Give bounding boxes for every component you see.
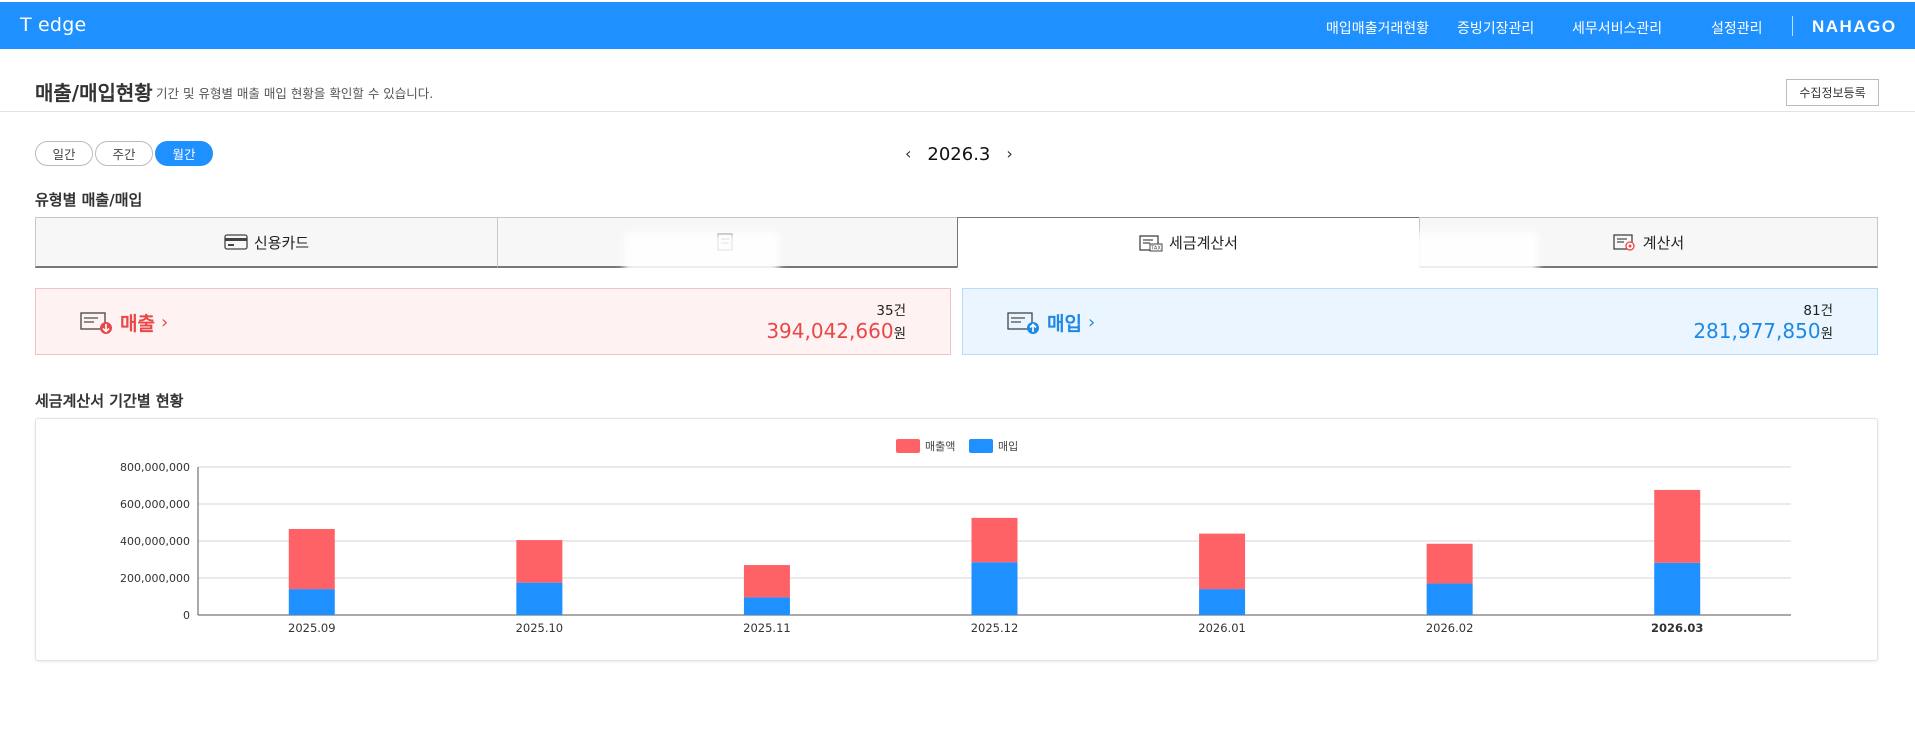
chevron-right-icon: › <box>160 312 169 333</box>
sales-label: 매출 <box>120 313 155 335</box>
month-navigator: ‹ 2026.3 › <box>905 141 1013 167</box>
bar-purchase <box>516 582 563 615</box>
purchase-amount-value: 281,977,850 <box>1693 319 1821 343</box>
period-chart-card: 0 200,000,000 400,000,000 600,000,000 800,00… <box>35 418 1878 661</box>
sales-invoice-icon <box>80 311 112 334</box>
y-tick-label: 600,000,000 <box>120 498 190 511</box>
y-tick-label: 800,000,000 <box>120 461 190 474</box>
page-title: 매출/매입현황 <box>35 81 153 105</box>
chart-section-title: 세금계산서 기간별 현황 <box>35 392 184 410</box>
stacked-bar-chart: 0 200,000,000 400,000,000 600,000,000 800,00… <box>120 439 1791 635</box>
header-divider <box>0 111 1915 112</box>
svg-text:TAX: TAX <box>1150 245 1161 251</box>
nav-item-settings[interactable]: 설정관리 <box>1711 18 1763 38</box>
sales-detail-link[interactable]: 매출 › <box>80 309 168 336</box>
top-navigation-bar: T edge 매입매출거래현황 증빙기장관리 세무서비스관리 설정관리 NAHA… <box>0 2 1915 49</box>
x-tick-label: 2026.01 <box>1198 621 1246 635</box>
period-monthly-button[interactable]: 월간 <box>155 141 213 166</box>
nav-item-tax-service[interactable]: 세무서비스관리 <box>1572 18 1662 38</box>
purchase-label: 매입 <box>1047 313 1082 335</box>
type-section-title: 유형별 매출/매입 <box>35 191 143 209</box>
sales-amount-unit: 원 <box>893 326 906 342</box>
sales-count: 35건 <box>876 299 906 319</box>
purchase-amount: 281,977,850원 <box>1693 319 1833 343</box>
prev-month-chevron-icon[interactable]: ‹ <box>905 146 911 162</box>
sales-amount-value: 394,042,660 <box>766 319 894 343</box>
tab-credit-card[interactable]: 신용카드 <box>35 217 498 268</box>
tax-invoice-icon: TAX <box>1139 234 1163 251</box>
bar-purchase <box>1426 583 1473 615</box>
bar-sales <box>1199 533 1246 590</box>
bar-sales <box>1426 543 1473 584</box>
purchase-summary-card: 매입 › 81건 281,977,850원 <box>962 288 1878 355</box>
sales-count-unit: 건 <box>893 303 906 319</box>
bar-purchase <box>743 597 790 615</box>
purchase-count: 81건 <box>1803 299 1833 319</box>
page-description: 기간 및 유형별 매출 매입 현황을 확인할 수 있습니다. <box>156 86 434 101</box>
legend-label: 매입 <box>998 440 1018 453</box>
purchase-detail-link[interactable]: 매입 › <box>1007 309 1095 336</box>
y-tick-label: 400,000,000 <box>120 535 190 548</box>
x-tick-label: 2025.12 <box>971 621 1019 635</box>
sales-count-value: 35 <box>876 303 894 319</box>
purchase-count-unit: 건 <box>1820 303 1833 319</box>
legend-swatch <box>969 439 993 453</box>
bar-purchase <box>1199 589 1246 615</box>
redaction-overlay <box>1383 232 1538 290</box>
next-month-chevron-icon[interactable]: › <box>1006 146 1012 162</box>
tab-label: 세금계산서 <box>1168 234 1238 252</box>
y-tick-label: 200,000,000 <box>120 572 190 585</box>
y-tick-label: 0 <box>183 609 190 622</box>
chevron-right-icon: › <box>1087 312 1096 333</box>
credit-card-icon <box>224 234 248 250</box>
nav-item-transaction-status[interactable]: 매입매출거래현황 <box>1326 18 1429 38</box>
nav-item-evidence-management[interactable]: 증빙기장관리 <box>1457 18 1534 38</box>
type-tabs: 신용카드 TAX 세금계산서 계산서 <box>35 217 1878 268</box>
x-tick-label: 2025.09 <box>288 621 336 635</box>
bar-sales <box>1654 489 1701 563</box>
x-tick-label: 2025.10 <box>516 621 564 635</box>
collect-info-register-button[interactable]: 수집정보등록 <box>1786 79 1879 106</box>
redaction-overlay <box>624 232 779 290</box>
x-tick-label: 2026.03 <box>1651 621 1703 635</box>
x-tick-label: 2025.11 <box>743 621 791 635</box>
bar-purchase <box>1654 562 1701 615</box>
nav-divider <box>1792 16 1793 36</box>
tab-label: 신용카드 <box>253 233 310 252</box>
period-daily-button[interactable]: 일간 <box>35 141 93 166</box>
sales-summary-card: 매출 › 35건 394,042,660원 <box>35 288 951 355</box>
bar-sales <box>288 528 335 590</box>
legend-label: 매출액 <box>925 440 955 453</box>
purchase-invoice-icon <box>1007 311 1039 334</box>
tab-label: 계산서 <box>1642 233 1685 252</box>
purchase-count-value: 81 <box>1803 303 1821 319</box>
legend-swatch <box>896 439 920 453</box>
sales-amount: 394,042,660원 <box>766 319 906 343</box>
purchase-amount-unit: 원 <box>1820 326 1833 342</box>
nahago-logo[interactable]: NAHAGO <box>1812 17 1897 37</box>
x-tick-label: 2026.02 <box>1426 621 1474 635</box>
period-weekly-button[interactable]: 주간 <box>95 141 153 166</box>
bar-sales <box>743 565 790 598</box>
invoice-icon <box>1613 234 1635 251</box>
tab-tax-invoice[interactable]: TAX 세금계산서 <box>957 217 1420 268</box>
current-month-label: 2026.3 <box>927 143 991 165</box>
bar-purchase <box>288 589 335 615</box>
bar-sales <box>971 517 1018 563</box>
bar-sales <box>516 540 563 583</box>
brand-title[interactable]: T edge <box>20 14 86 36</box>
bar-purchase <box>971 562 1018 615</box>
